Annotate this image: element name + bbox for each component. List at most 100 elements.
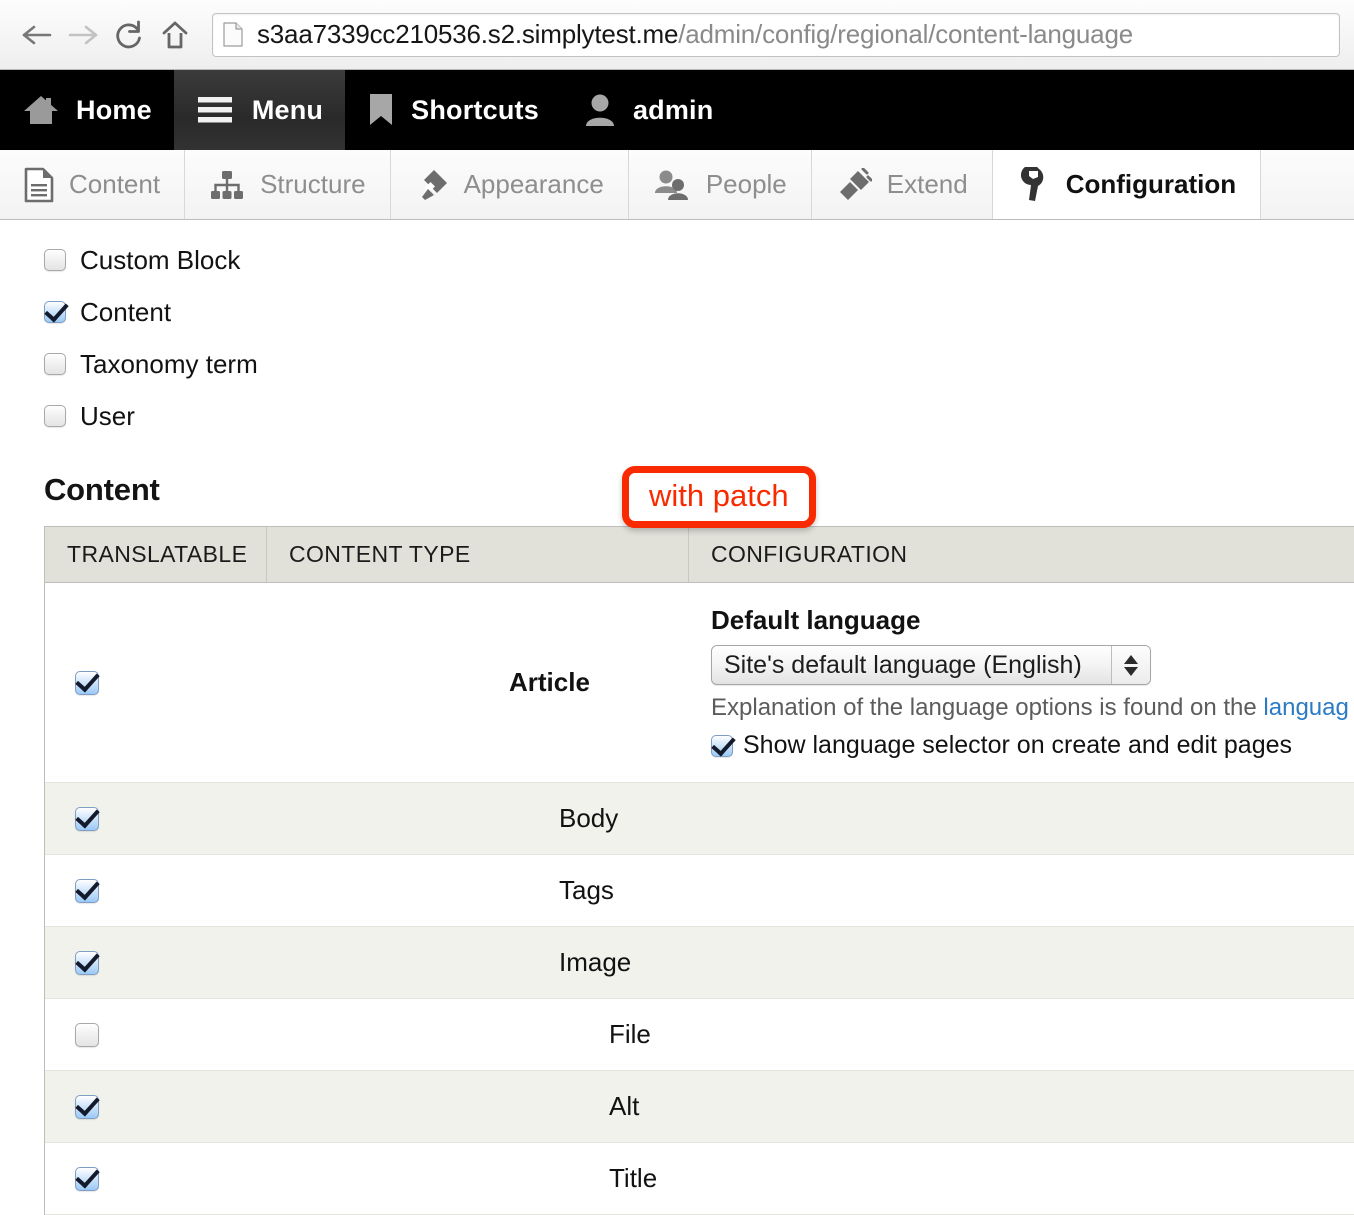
entity-row-user[interactable]: User [44,390,1354,442]
article-configuration-panel: Default language Site's default language… [711,599,1354,766]
nav-label-structure: Structure [260,169,366,199]
nav-item-content[interactable]: Content [0,150,186,219]
nav-label-content: Content [69,169,161,199]
field-label-file: File [609,1019,651,1049]
cell-configuration-body [689,783,1354,854]
toolbar-item-admin[interactable]: admin [561,70,736,150]
checkbox-user[interactable] [44,405,66,427]
url-bar[interactable]: s3aa7339cc210536.s2.simplytest.me/admin/… [212,12,1340,57]
toolbar-label-shortcuts: Shortcuts [411,94,539,125]
nav-item-configuration[interactable]: Configuration [992,150,1262,219]
table-row-alt: Alt [45,1071,1354,1143]
default-language-select[interactable]: Site's default language (English) [711,645,1151,685]
checkbox-translatable-file[interactable] [75,1022,99,1047]
entity-row-custom-block[interactable]: Custom Block [44,234,1354,286]
nav-label-configuration: Configuration [1065,169,1237,199]
description-text: Explanation of the language options is f… [711,694,1264,721]
field-label-image: Image [559,947,632,977]
home-button[interactable] [152,12,198,58]
user-icon [583,92,617,128]
checkbox-translatable-article[interactable] [75,670,99,695]
checkbox-translatable-tags[interactable] [75,878,99,903]
annotation-callout: with patch [622,466,816,529]
table-row-title: Title [45,1143,1354,1215]
url-path: /admin/config/regional/content-language [678,19,1133,49]
nav-item-people[interactable]: People [629,150,812,219]
field-label-alt: Alt [609,1091,640,1121]
cell-field-alt: Alt [267,1071,689,1142]
checkbox-taxonomy-term[interactable] [44,353,66,375]
reload-icon [113,19,145,51]
table-row-image: Image [45,927,1354,999]
nav-label-people: People [705,169,787,199]
people-icon [653,169,691,201]
entity-label-taxonomy-term: Taxonomy term [80,348,258,379]
checkbox-translatable-alt[interactable] [75,1094,99,1119]
show-language-selector-row[interactable]: Show language selector on create and edi… [711,731,1354,760]
admin-toolbar: Home Menu Shortcuts admin [0,70,1354,150]
checkbox-custom-block[interactable] [44,249,66,271]
select-stepper-arrows-icon[interactable] [1111,646,1150,684]
cell-translatable-tags [45,855,267,926]
field-label-body: Body [559,803,619,833]
entity-type-list: Custom Block Content Taxonomy term User [0,220,1354,442]
cell-content-type-article: Article [267,583,689,782]
toolbar-label-home: Home [76,94,152,125]
entity-label-custom-block: Custom Block [80,244,241,275]
cell-translatable-title [45,1143,267,1214]
browser-toolbar: s3aa7339cc210536.s2.simplytest.me/admin/… [0,0,1354,70]
cell-configuration-article: Default language Site's default language… [689,583,1354,782]
paintbrush-icon [415,168,449,202]
forward-button[interactable] [60,12,106,58]
back-button[interactable] [14,12,60,58]
toolbar-item-home[interactable]: Home [0,70,174,150]
language-detail-link[interactable]: languag [1263,694,1348,721]
table-row-file: File [45,999,1354,1071]
toolbar-label-admin: admin [632,94,714,125]
cell-configuration-title [689,1143,1354,1214]
cell-field-body: Body [267,783,689,854]
cell-configuration-alt [689,1071,1354,1142]
cell-field-tags: Tags [267,855,689,926]
nav-item-extend[interactable]: Extend [812,150,993,219]
content-type-label-article: Article [509,667,590,697]
house-icon [22,93,60,127]
url-host: s3aa7339cc210536.s2.simplytest.me [257,19,679,49]
cell-translatable-alt [45,1071,267,1142]
nav-item-structure[interactable]: Structure [185,150,391,219]
checkbox-translatable-body[interactable] [75,806,99,831]
reload-button[interactable] [106,12,152,58]
entity-label-user: User [80,400,135,431]
cell-configuration-image [689,927,1354,998]
table-row-body: Body [45,783,1354,855]
table-row-article: Article Default language Site's default … [45,583,1354,783]
cell-translatable-file [45,999,267,1070]
checkbox-translatable-image[interactable] [75,950,99,975]
checkbox-show-language-selector[interactable] [711,734,733,757]
entity-label-content: Content [80,296,172,327]
cell-field-image: Image [267,927,689,998]
page-document-icon [223,22,243,47]
toolbar-item-menu[interactable]: Menu [173,70,346,150]
toolbar-item-shortcuts[interactable]: Shortcuts [345,70,561,150]
chevron-down-icon [1124,666,1138,676]
entity-row-content[interactable]: Content [44,286,1354,338]
bookmark-icon [367,92,395,128]
column-header-configuration: CONFIGURATION [711,541,908,567]
hamburger-icon [196,93,236,127]
nav-item-appearance[interactable]: Appearance [391,150,629,219]
show-language-selector-label: Show language selector on create and edi… [743,731,1292,759]
checkbox-translatable-title[interactable] [75,1166,99,1191]
cell-configuration-file [689,999,1354,1070]
language-options-description: Explanation of the language options is f… [711,694,1354,722]
plug-icon [836,167,872,202]
cell-configuration-tags [689,855,1354,926]
column-header-content-type: CONTENT TYPE [267,527,689,582]
cell-translatable-body [45,783,267,854]
entity-row-taxonomy-term[interactable]: Taxonomy term [44,338,1354,390]
checkbox-content[interactable] [44,301,66,323]
document-icon [24,167,54,203]
field-label-title: Title [609,1163,658,1193]
default-language-label: Default language [711,605,921,635]
content-language-table: TRANSLATABLE CONTENT TYPE CONFIGURATION … [44,526,1354,1215]
